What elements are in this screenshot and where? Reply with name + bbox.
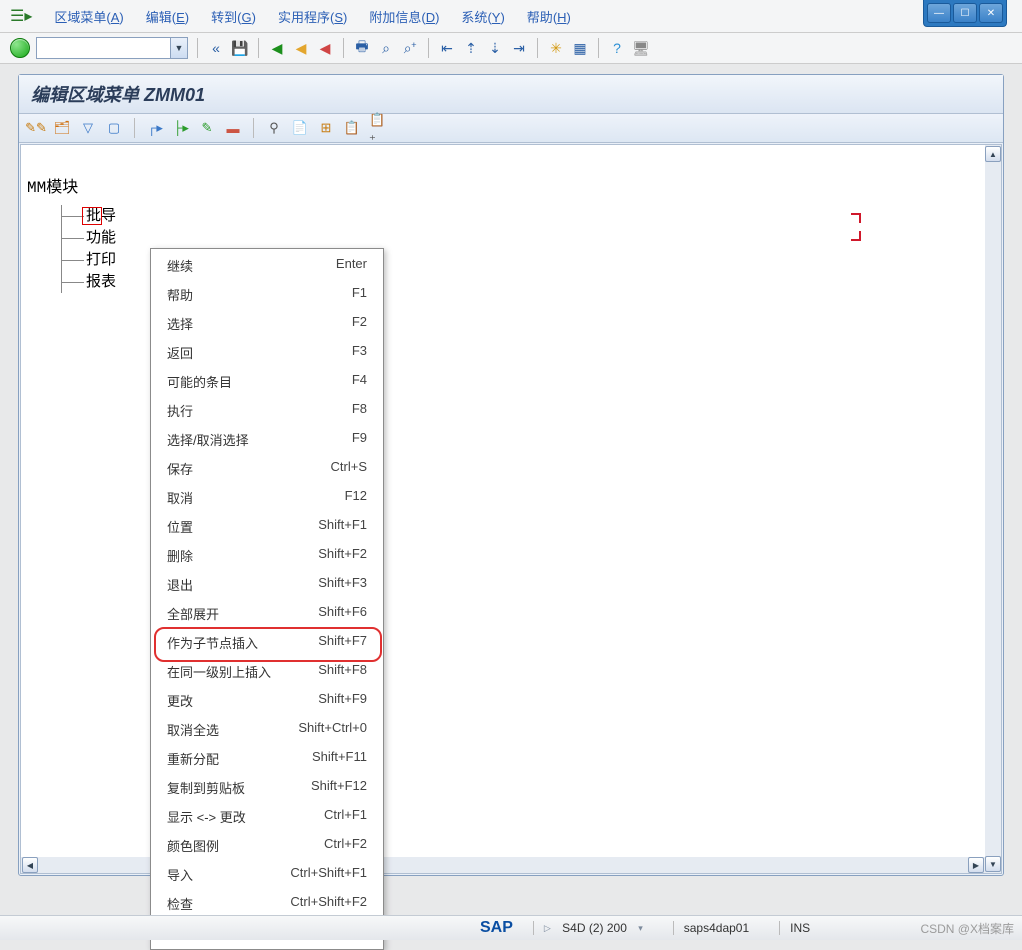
customize-icon[interactable]: 🖥 <box>632 39 650 57</box>
menu-file-icon[interactable]: ☰▸ <box>10 6 32 26</box>
menu-bar: ☰▸ 区域菜单(A) 编辑(E) 转到(G) 实用程序(S) 附加信息(D) 系… <box>0 0 1022 33</box>
last-page-icon[interactable]: ⇥ <box>510 39 528 57</box>
delete-icon[interactable]: ▬ <box>224 119 242 137</box>
scroll-left-icon[interactable]: ◀ <box>22 857 38 873</box>
other-menu-icon[interactable]: 🗂 <box>53 119 71 137</box>
context-menu-item[interactable]: 帮助F1 <box>151 280 383 309</box>
help-icon[interactable]: ? <box>608 39 626 57</box>
context-menu-item[interactable]: 取消F12 <box>151 483 383 512</box>
tree-root[interactable]: MM模块 <box>27 173 116 197</box>
insert-sub-icon[interactable]: ┌▸ <box>146 119 164 137</box>
minimize-button[interactable]: — <box>927 3 951 23</box>
menu-system[interactable]: 系统(Y) <box>461 7 504 26</box>
panel-title: 编辑区域菜单 ZMM01 <box>19 75 1003 114</box>
status-server: saps4dap01 <box>673 921 759 935</box>
cancel-icon[interactable]: ◀ <box>316 39 334 57</box>
context-menu-item[interactable]: 导入Ctrl+Shift+F1 <box>151 860 383 889</box>
scroll-up-icon[interactable]: ▲ <box>985 146 1001 162</box>
print-icon[interactable]: 🖶 <box>353 39 371 57</box>
expand-icon[interactable]: ⊞ <box>317 119 335 137</box>
command-field[interactable]: ▼ <box>36 37 188 59</box>
context-menu-item[interactable]: 取消全选Shift+Ctrl+0 <box>151 715 383 744</box>
context-menu-item[interactable]: 重新分配Shift+F11 <box>151 744 383 773</box>
watermark: CSDN @X档案库 <box>920 920 1014 937</box>
back-nav-icon[interactable]: ◀ <box>268 39 286 57</box>
new-session-icon[interactable]: ✳ <box>547 39 565 57</box>
menu-area[interactable]: 区域菜单(A) <box>54 7 123 26</box>
sap-logo: SAP <box>480 919 513 937</box>
status-mode: INS <box>779 921 820 935</box>
prev-page-icon[interactable]: ⇡ <box>462 39 480 57</box>
context-menu-item[interactable]: 删除Shift+F2 <box>151 541 383 570</box>
scroll-down-icon[interactable]: ▼ <box>985 856 1001 872</box>
find-next-icon[interactable]: ⌕⁺ <box>401 39 419 57</box>
menu-info[interactable]: 附加信息(D) <box>369 7 439 26</box>
context-menu-item[interactable]: 在同一级别上插入Shift+F8 <box>151 657 383 686</box>
menu-util[interactable]: 实用程序(S) <box>278 7 347 26</box>
tree-item[interactable]: 功能 <box>62 227 116 249</box>
where-used-icon[interactable]: 📄 <box>291 119 309 137</box>
next-page-icon[interactable]: ⇣ <box>486 39 504 57</box>
context-menu-item[interactable]: 显示 <-> 更改Ctrl+F1 <box>151 802 383 831</box>
exit-icon[interactable]: ◀ <box>292 39 310 57</box>
vertical-scrollbar[interactable]: ▲ ▼ <box>985 145 1001 873</box>
find-icon[interactable]: ⌕ <box>377 39 395 57</box>
context-menu-item[interactable]: 执行F8 <box>151 396 383 425</box>
tree-item[interactable]: 报表 <box>62 271 116 293</box>
tree-item[interactable]: 打印 <box>62 249 116 271</box>
menu-goto[interactable]: 转到(G) <box>211 7 256 26</box>
selection-marker-bottom <box>847 227 861 241</box>
context-menu-item[interactable]: 更改Shift+F9 <box>151 686 383 715</box>
position-icon[interactable]: ⚲ <box>265 119 283 137</box>
maximize-button[interactable]: ☐ <box>953 3 977 23</box>
context-menu-item[interactable]: 返回F3 <box>151 338 383 367</box>
first-page-icon[interactable]: ⇤ <box>438 39 456 57</box>
chevron-down-icon[interactable]: ▼ <box>170 38 187 58</box>
copy-icon[interactable]: 📋 <box>343 119 361 137</box>
context-menu-item[interactable]: 可能的条目F4 <box>151 367 383 396</box>
save-icon[interactable]: 💾 <box>231 39 249 57</box>
deselect-icon[interactable]: ▢ <box>105 119 123 137</box>
insert-same-icon[interactable]: ├▸ <box>172 119 190 137</box>
context-menu-item[interactable]: 保存Ctrl+S <box>151 454 383 483</box>
display-change-icon[interactable]: ✎✎ <box>27 119 45 137</box>
status-bar: SAP ▷ S4D (2) 200 ▾ saps4dap01 INS CSDN … <box>0 915 1022 940</box>
status-system[interactable]: ▷ S4D (2) 200 ▾ <box>533 921 653 935</box>
context-menu-item[interactable]: 退出Shift+F3 <box>151 570 383 599</box>
application-toolbar: ✎✎ 🗂 ▽ ▢ ┌▸ ├▸ ✎ ▬ ⚲ 📄 ⊞ 📋 📋₊ <box>19 114 1003 143</box>
context-menu-item[interactable]: 全部展开Shift+F6 <box>151 599 383 628</box>
close-button[interactable]: ✕ <box>979 3 1003 23</box>
tree-item[interactable]: 批导 <box>62 205 116 227</box>
context-menu-item[interactable]: 位置Shift+F1 <box>151 512 383 541</box>
scroll-right-icon[interactable]: ▶ <box>968 857 984 873</box>
change-icon[interactable]: ✎ <box>198 119 216 137</box>
context-menu-item[interactable]: 检查Ctrl+Shift+F2 <box>151 889 383 918</box>
window-controls: — ☐ ✕ <box>923 0 1007 27</box>
menu-help[interactable]: 帮助(H) <box>527 7 571 26</box>
context-menu-item[interactable]: 选择F2 <box>151 309 383 338</box>
context-menu-item[interactable]: 复制到剪贴板Shift+F12 <box>151 773 383 802</box>
context-menu: 继续Enter帮助F1选择F2返回F3可能的条目F4执行F8选择/取消选择F9保… <box>150 248 384 950</box>
paste-icon[interactable]: 📋₊ <box>369 119 387 137</box>
menu-edit[interactable]: 编辑(E) <box>146 7 189 26</box>
tree: MM模块 批导 功能 打印 报表 <box>27 173 116 293</box>
select-icon[interactable]: ▽ <box>79 119 97 137</box>
context-menu-item[interactable]: 颜色图例Ctrl+F2 <box>151 831 383 860</box>
enter-button[interactable] <box>10 38 30 58</box>
context-menu-item[interactable]: 作为子节点插入Shift+F7 <box>151 628 383 657</box>
layout-icon[interactable]: ▦ <box>571 39 589 57</box>
selection-marker-top <box>847 213 861 227</box>
standard-toolbar: ▼ « 💾 ◀ ◀ ◀ 🖶 ⌕ ⌕⁺ ⇤ ⇡ ⇣ ⇥ ✳ ▦ ? 🖥 <box>0 33 1022 64</box>
context-menu-item[interactable]: 选择/取消选择F9 <box>151 425 383 454</box>
back-icon[interactable]: « <box>207 39 225 57</box>
context-menu-item[interactable]: 继续Enter <box>151 251 383 280</box>
